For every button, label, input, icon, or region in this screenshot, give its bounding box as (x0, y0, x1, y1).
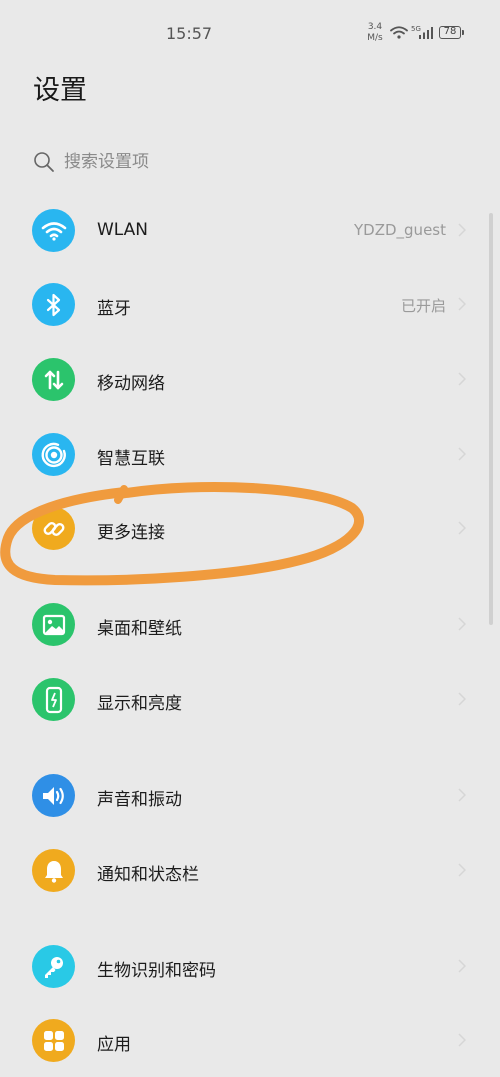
wlan-network-name: YDZD_guest (354, 221, 446, 239)
settings-item-wallpaper[interactable]: 桌面和壁纸 (0, 589, 480, 661)
chevron-right-icon (458, 788, 466, 802)
image-icon (32, 603, 75, 646)
settings-item-notifications[interactable]: 通知和状态栏 (0, 835, 480, 907)
search-input[interactable] (64, 148, 444, 176)
settings-item-smart-connect[interactable]: 智慧互联 (0, 419, 480, 491)
settings-item-label: 蓝牙 (97, 299, 131, 319)
radar-icon (32, 433, 75, 476)
settings-item-label: WLAN (97, 220, 149, 240)
data-arrows-icon (32, 358, 75, 401)
settings-item-label: 通知和状态栏 (97, 865, 199, 885)
key-icon (32, 945, 75, 988)
chevron-right-icon (458, 447, 466, 461)
chevron-right-icon (458, 959, 466, 973)
chevron-right-icon (458, 521, 466, 535)
settings-item-label: 桌面和壁纸 (97, 619, 182, 639)
bell-icon (32, 849, 75, 892)
chevron-right-icon (458, 692, 466, 706)
phone-brightness-icon (32, 678, 75, 721)
settings-item-apps[interactable]: 应用 (0, 1005, 480, 1077)
network-speed: 3.4 M/s (364, 22, 386, 44)
chevron-right-icon (458, 297, 466, 311)
status-bar: 15:57 3.4 M/s 5G 78 (0, 0, 500, 64)
settings-item-biometrics[interactable]: 生物识别和密码 (0, 931, 480, 1003)
apps-grid-icon (32, 1019, 75, 1062)
settings-item-bluetooth[interactable]: 蓝牙 已开启 (0, 269, 480, 341)
settings-item-wlan[interactable]: WLAN YDZD_guest (0, 195, 480, 267)
settings-item-label: 声音和振动 (97, 790, 182, 810)
settings-item-sound[interactable]: 声音和振动 (0, 760, 480, 832)
cell-signal-icon (419, 27, 433, 39)
settings-item-label: 应用 (97, 1035, 131, 1055)
settings-item-label: 显示和亮度 (97, 694, 182, 714)
link-icon (32, 507, 75, 550)
network-speed-unit: M/s (367, 33, 383, 43)
wifi-status-icon (390, 26, 408, 39)
chevron-right-icon (458, 372, 466, 386)
wifi-icon (32, 209, 75, 252)
battery-icon: 78 (439, 26, 464, 39)
speaker-icon (32, 774, 75, 817)
battery-level: 78 (443, 26, 457, 37)
settings-item-mobile-network[interactable]: 移动网络 (0, 344, 480, 416)
settings-item-label: 移动网络 (97, 374, 165, 394)
settings-item-label: 更多连接 (97, 523, 165, 543)
chevron-right-icon (458, 1033, 466, 1047)
scrollbar[interactable] (489, 213, 493, 625)
settings-item-label: 生物识别和密码 (97, 961, 216, 981)
settings-item-display[interactable]: 显示和亮度 (0, 664, 480, 736)
search-bar[interactable] (30, 145, 460, 179)
chevron-right-icon (458, 617, 466, 631)
settings-item-label: 智慧互联 (97, 449, 165, 469)
bluetooth-status: 已开启 (400, 297, 446, 315)
settings-item-more-connections[interactable]: 更多连接 (0, 493, 480, 565)
page-title: 设置 (33, 75, 87, 106)
bluetooth-icon (32, 283, 75, 326)
chevron-right-icon (458, 863, 466, 877)
network-speed-value: 3.4 (367, 22, 383, 32)
chevron-right-icon (458, 223, 466, 237)
status-time: 15:57 (166, 24, 213, 43)
search-icon (34, 152, 54, 172)
